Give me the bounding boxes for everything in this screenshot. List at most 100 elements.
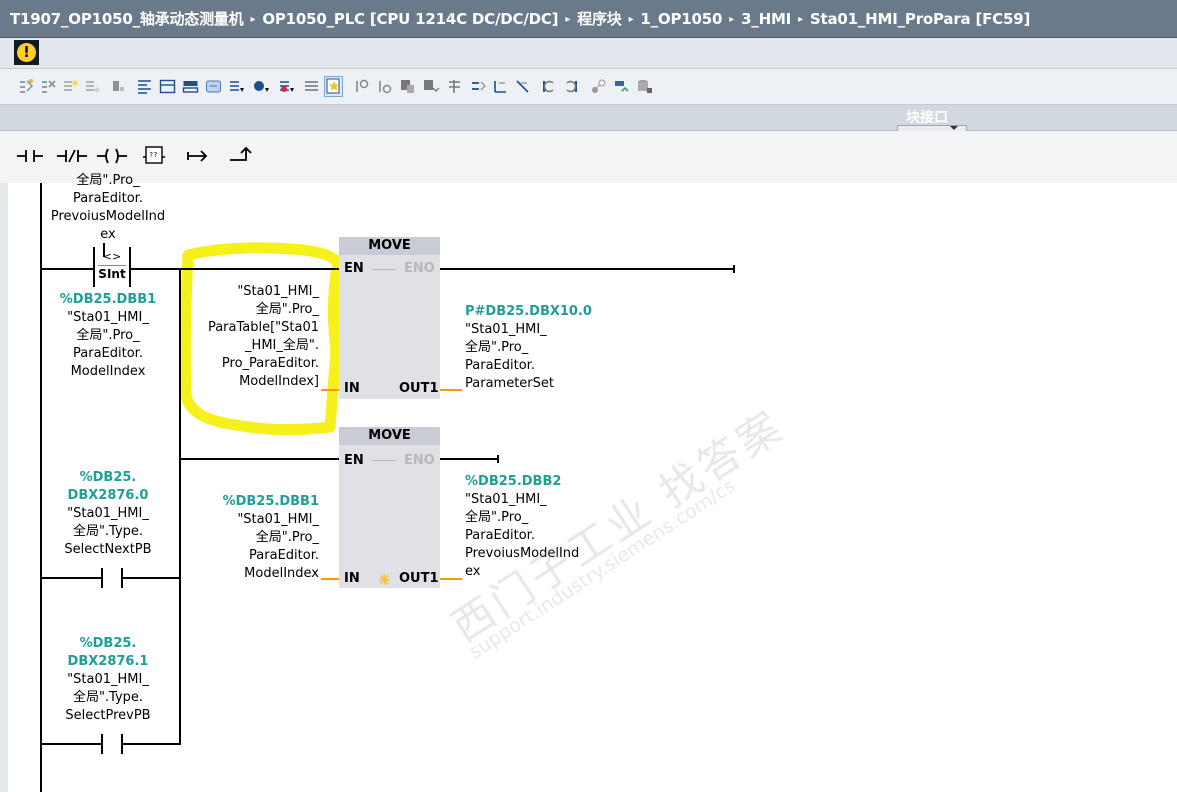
chevron-down-icon[interactable] — [950, 126, 958, 130]
operand-text: 全局".Type. — [72, 524, 144, 539]
prev-network-operand: 全局".Pro_ ParaEditor. PrevoiusModelInd ex — [46, 172, 170, 244]
branch-wire — [179, 268, 181, 745]
operand-text: 全局".Pro_ — [255, 530, 319, 545]
compare-operand: %DB25.DBB1 "Sta01_HMI_ 全局".Pro_ ParaEdit… — [46, 291, 170, 381]
favorites-toggle-icon[interactable] — [324, 76, 343, 97]
operand-text: PrevoiusModelInd — [465, 546, 580, 561]
go-to-icon[interactable] — [470, 78, 487, 95]
operand-text: ParaEditor. — [249, 548, 319, 563]
in-wire — [321, 389, 339, 391]
eno-pin: ENO — [404, 453, 435, 468]
breadcrumb-item-folder-op1050[interactable]: 1_OP1050 — [640, 10, 722, 28]
normally-open-contact-icon[interactable] — [16, 147, 44, 165]
network-comments-icon[interactable] — [159, 78, 176, 95]
ladder-editor-canvas[interactable]: 全局".Pro_ ParaEditor. PrevoiusModelInd ex… — [8, 173, 1177, 792]
operand-text: "Sta01_HMI_ — [67, 310, 149, 325]
breadcrumb-separator-icon: ▸ — [250, 14, 256, 25]
breadcrumb-item-folder-hmi[interactable]: 3_HMI — [741, 10, 791, 28]
in-wire — [321, 578, 339, 580]
connect-target-icon[interactable] — [353, 78, 370, 95]
operand-text: SelectPrevPB — [65, 708, 151, 723]
operand-text: "Sta01_HMI_ — [237, 512, 319, 527]
download-icon[interactable] — [422, 78, 439, 95]
close-branch-icon[interactable] — [228, 145, 252, 165]
move-box-1[interactable]: MOVE EN ENO IN OUT1 — [339, 237, 440, 399]
insert-row-icon[interactable] — [62, 78, 79, 95]
go-online-icon[interactable] — [376, 78, 393, 95]
prev-contact-operand: %DB25. DBX2876.1 "Sta01_HMI_ 全局".Type. S… — [46, 635, 170, 725]
tag-info-icon[interactable] — [228, 78, 245, 95]
move-box-2[interactable]: MOVE EN ENO IN OUT1 — [339, 427, 440, 588]
rung-wire — [42, 268, 95, 270]
contact-select-next[interactable] — [101, 568, 123, 588]
breadcrumb-item-block[interactable]: Sta01_HMI_ProPara [FC59] — [810, 10, 1030, 28]
operand-icon[interactable] — [110, 78, 127, 95]
rung-wire-eno — [440, 268, 734, 270]
operand-text: Pro_ParaEditor. — [221, 356, 319, 371]
move-title: MOVE — [339, 237, 440, 255]
operand-text: 全局".Pro_ — [76, 173, 140, 188]
jump-forward-icon[interactable] — [563, 78, 580, 95]
rung-wire — [42, 577, 102, 579]
db-instance-icon[interactable] — [636, 78, 653, 95]
en-pin: EN — [344, 453, 364, 468]
tag-info-filter-icon[interactable] — [253, 78, 270, 95]
editor-left-gutter — [0, 183, 8, 792]
breadcrumb-item-project[interactable]: T1907_OP1050_轴承动态测量机 — [10, 8, 244, 29]
watch-table-icon[interactable] — [613, 78, 630, 95]
left-power-rail — [40, 183, 42, 792]
operand-text: ModelIndex] — [239, 374, 319, 389]
operand-text: SelectNextPB — [64, 542, 152, 557]
new-output-star-icon — [379, 574, 390, 585]
en-eno-link — [372, 269, 396, 270]
absolute-operands-icon[interactable] — [136, 78, 153, 95]
open-branch-icon[interactable] — [186, 147, 210, 165]
in-pin: IN — [344, 571, 360, 586]
list-view-icon[interactable] — [303, 78, 320, 95]
normally-closed-contact-icon[interactable] — [56, 147, 88, 165]
breadcrumb-separator-icon: ▸ — [798, 14, 803, 25]
operand-text: "Sta01_HMI_ — [237, 284, 319, 299]
compare-icon[interactable] — [399, 78, 416, 95]
operand-text: ParaEditor. — [73, 191, 143, 206]
rung-wire — [123, 743, 181, 745]
compare-divider — [98, 265, 126, 266]
open-all-networks-icon[interactable] — [182, 78, 199, 95]
output-coil-icon[interactable] — [96, 147, 128, 165]
breadcrumb-item-plc[interactable]: OP1050_PLC [CPU 1214C DC/DC/DC] — [262, 10, 558, 28]
symbol-info-icon[interactable] — [278, 78, 295, 95]
breadcrumb-item-program-blocks[interactable]: 程序块 — [577, 8, 622, 29]
compare-type: SInt — [98, 267, 126, 281]
breadcrumb-separator-icon: ▸ — [729, 14, 735, 25]
operand-address: %DB25.DBB2 — [465, 474, 562, 489]
previous-error-icon[interactable] — [492, 78, 509, 95]
block-interface-bar[interactable]: 块接口 — [0, 105, 1177, 133]
delete-network-icon[interactable] — [40, 78, 57, 95]
call-structure-icon[interactable] — [590, 78, 607, 95]
contact-select-prev[interactable] — [101, 734, 123, 754]
compare-contact[interactable]: <> SInt — [93, 247, 131, 287]
breadcrumb-bar: T1907_OP1050_轴承动态测量机 ▸ OP1050_PLC [CPU 121… — [0, 0, 1177, 38]
en-pin: EN — [344, 261, 364, 276]
jump-back-icon[interactable] — [540, 78, 557, 95]
operand-address: %DB25.DBB1 — [59, 292, 157, 307]
insert-network-icon[interactable] — [18, 78, 35, 95]
svg-text:??: ?? — [149, 151, 157, 159]
en-eno-link — [372, 460, 396, 461]
monitor-icon[interactable] — [446, 78, 463, 95]
comment-icon[interactable] — [205, 78, 222, 95]
operand-text: "Sta01_HMI_ — [67, 672, 149, 687]
move-title: MOVE — [339, 427, 440, 445]
operand-text: "Sta01_HMI_ — [465, 322, 547, 337]
next-error-icon[interactable] — [514, 78, 531, 95]
operand-address: %DB25. — [79, 636, 137, 651]
rung-wire — [42, 743, 102, 745]
operand-text: ParaEditor. — [465, 528, 535, 543]
move2-in-operand: %DB25.DBB1 "Sta01_HMI_ 全局".Pro_ ParaEdit… — [194, 493, 319, 583]
warning-icon[interactable]: ! — [14, 40, 39, 65]
empty-box-icon[interactable]: ?? — [142, 145, 168, 167]
eno-pin: ENO — [404, 261, 435, 276]
operand-text: "Sta01_HMI_ — [465, 492, 547, 507]
append-row-icon[interactable] — [84, 78, 101, 95]
breadcrumb: T1907_OP1050_轴承动态测量机 ▸ OP1050_PLC [CPU 121… — [10, 8, 1030, 29]
